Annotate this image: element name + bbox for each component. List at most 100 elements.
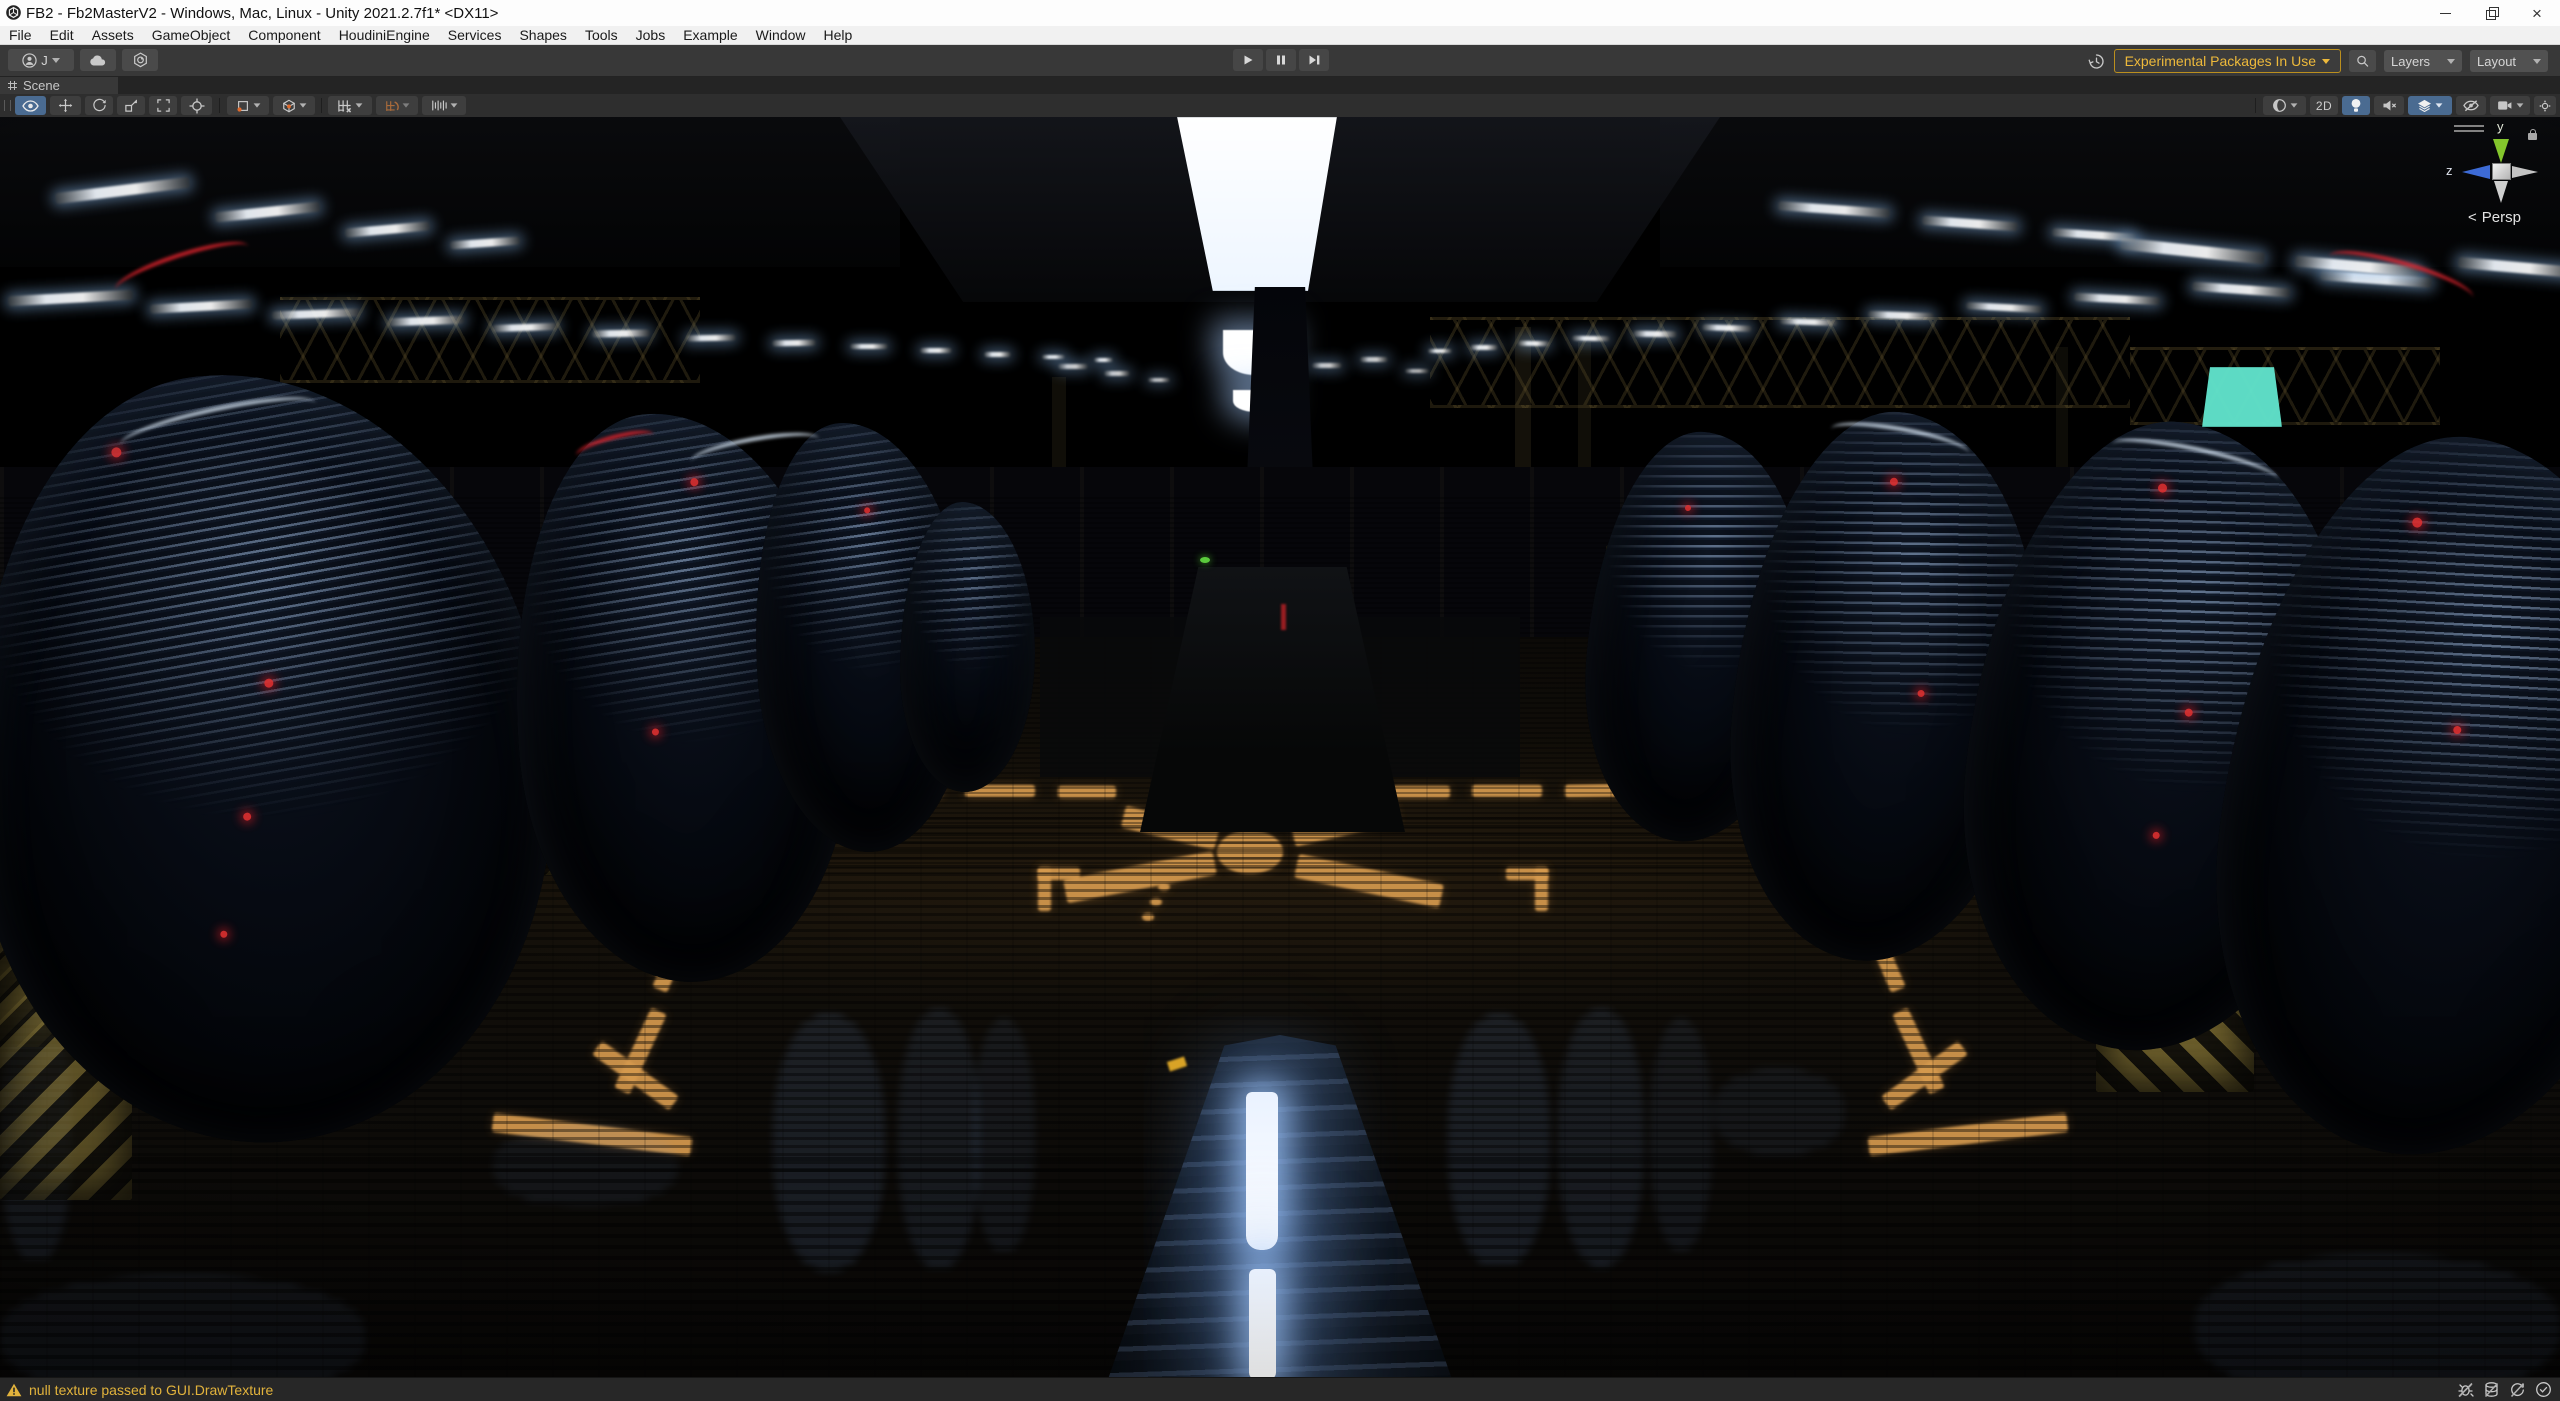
menu-services[interactable]: Services	[439, 26, 511, 44]
projection-mode-label[interactable]: < Persp	[2468, 209, 2521, 226]
floor-reflection-pool	[1713, 1069, 1845, 1155]
rotate-icon	[92, 98, 107, 113]
ceiling-light-streak	[984, 352, 1011, 357]
chevron-down-icon	[2436, 103, 2443, 107]
menu-jobs[interactable]: Jobs	[627, 26, 675, 44]
close-button[interactable]: ×	[2514, 0, 2560, 26]
gizmo-z-axis-cone[interactable]	[2462, 165, 2490, 179]
tool-handle-position-dropdown[interactable]	[227, 96, 269, 115]
eye-icon	[22, 100, 39, 112]
increment-snap-dropdown[interactable]	[376, 96, 418, 115]
menu-component[interactable]: Component	[239, 26, 329, 44]
ceiling-light-streak	[1633, 331, 1677, 338]
menu-example[interactable]: Example	[674, 26, 746, 44]
menu-edit[interactable]: Edit	[41, 26, 83, 44]
step-button[interactable]	[1299, 49, 1329, 71]
robot-red-light	[111, 446, 122, 457]
audio-toggle[interactable]	[2374, 96, 2404, 115]
floor-marking-dash	[1158, 883, 1170, 891]
chevron-down-icon	[2322, 59, 2330, 64]
window-title: FB2 - Fb2MasterV2 - Windows, Mac, Linux …	[26, 5, 498, 22]
minimize-icon	[2440, 13, 2451, 14]
tab-scene[interactable]: Scene	[0, 77, 118, 94]
menu-file[interactable]: File	[0, 26, 41, 44]
experimental-packages-dropdown[interactable]: Experimental Packages In Use	[2114, 49, 2341, 73]
scene-viewport[interactable]: y z < Persp	[0, 117, 2560, 1377]
snap-ruler-icon	[431, 99, 447, 112]
console-status-message[interactable]: null texture passed to GUI.DrawTexture	[6, 1378, 273, 1401]
ceiling-light-streak	[2192, 282, 2290, 298]
menu-gameobject[interactable]: GameObject	[143, 26, 240, 44]
layout-dropdown[interactable]: Layout	[2470, 50, 2548, 72]
effects-layers-icon	[2417, 99, 2432, 112]
floor-marking-dash	[1392, 786, 1450, 798]
scene-view-toolbar: 2D	[0, 94, 2560, 118]
chevron-down-icon	[52, 58, 60, 63]
rect-tool-button[interactable]	[149, 96, 177, 115]
menu-assets[interactable]: Assets	[83, 26, 143, 44]
robot-red-light	[2157, 483, 2167, 493]
audio-muted-icon	[2382, 99, 2397, 112]
account-button[interactable]: J	[8, 49, 74, 71]
undo-history-icon[interactable]	[2087, 52, 2106, 71]
plastic-scm-button[interactable]	[122, 49, 158, 71]
menu-shapes[interactable]: Shapes	[510, 26, 575, 44]
snap-settings-dropdown[interactable]	[422, 96, 466, 115]
gizmo-y-axis-cone[interactable]	[2493, 139, 2509, 163]
ceiling-light-streak	[1572, 336, 1610, 342]
gizmo-x-axis-cone[interactable]	[2512, 166, 2538, 178]
robot-red-light	[2412, 517, 2423, 528]
play-button[interactable]	[1233, 49, 1263, 71]
floor-marking-dash	[1142, 913, 1154, 921]
floor-reflection-pool	[1558, 1010, 1644, 1266]
menu-houdiniengine[interactable]: HoudiniEngine	[330, 26, 439, 44]
scale-tool-button[interactable]	[117, 96, 145, 115]
pause-icon	[1275, 54, 1287, 66]
chevron-down-icon	[356, 103, 363, 107]
scene-lighting-toggle[interactable]	[2342, 96, 2370, 115]
menu-help[interactable]: Help	[814, 26, 861, 44]
warning-icon	[6, 1383, 22, 1397]
scene-orientation-gizmo[interactable]: y z < Persp	[2440, 119, 2558, 231]
auto-refresh-status-icon[interactable]	[2509, 1381, 2526, 1398]
robot-red-light	[2184, 708, 2193, 717]
camera-settings-dropdown[interactable]	[2490, 96, 2530, 115]
gizmo-down-axis-cone[interactable]	[2494, 181, 2508, 203]
toolbar-drag-handle[interactable]	[4, 100, 11, 111]
gizmos-icon	[2538, 99, 2552, 113]
effects-visibility-dropdown[interactable]	[2408, 96, 2452, 115]
menu-tools[interactable]: Tools	[576, 26, 627, 44]
debugger-status-icon[interactable]	[2457, 1381, 2474, 1398]
background-activity-icon[interactable]	[2535, 1381, 2552, 1398]
cloud-button[interactable]	[80, 49, 116, 71]
move-tool-button[interactable]	[50, 96, 81, 115]
pause-button[interactable]	[1266, 49, 1296, 71]
minimize-button[interactable]	[2422, 0, 2468, 26]
menu-window[interactable]: Window	[747, 26, 815, 44]
view-tool-button[interactable]	[15, 96, 46, 115]
rotate-tool-button[interactable]	[85, 96, 113, 115]
tool-handle-rotation-dropdown[interactable]	[273, 96, 315, 115]
shading-mode-dropdown[interactable]	[2263, 96, 2306, 115]
grid-snapping-dropdown[interactable]	[328, 96, 372, 115]
gizmos-dropdown[interactable]	[2534, 96, 2556, 115]
cache-server-status-icon[interactable]	[2483, 1381, 2500, 1398]
shaded-sphere-icon	[2272, 98, 2287, 113]
robot-red-light	[263, 678, 273, 688]
robot-red-light	[1685, 505, 1691, 511]
lock-icon[interactable]	[2528, 133, 2537, 140]
robot-red-light	[1917, 690, 1925, 698]
2d-label: 2D	[2316, 99, 2332, 113]
layers-dropdown[interactable]: Layers	[2384, 50, 2462, 72]
experimental-packages-label: Experimental Packages In Use	[2125, 53, 2316, 69]
restore-button[interactable]	[2468, 0, 2514, 26]
plastic-scm-icon	[133, 52, 148, 68]
console-green-light	[1200, 557, 1210, 563]
hidden-objects-toggle[interactable]	[2456, 96, 2486, 115]
search-button[interactable]	[2349, 50, 2376, 72]
2d-view-toggle[interactable]: 2D	[2310, 96, 2338, 115]
ceiling-light-streak	[1428, 349, 1452, 353]
robot-red-light	[220, 931, 228, 939]
gizmo-center-cube[interactable]	[2492, 163, 2511, 180]
transform-tool-button[interactable]	[181, 96, 212, 115]
